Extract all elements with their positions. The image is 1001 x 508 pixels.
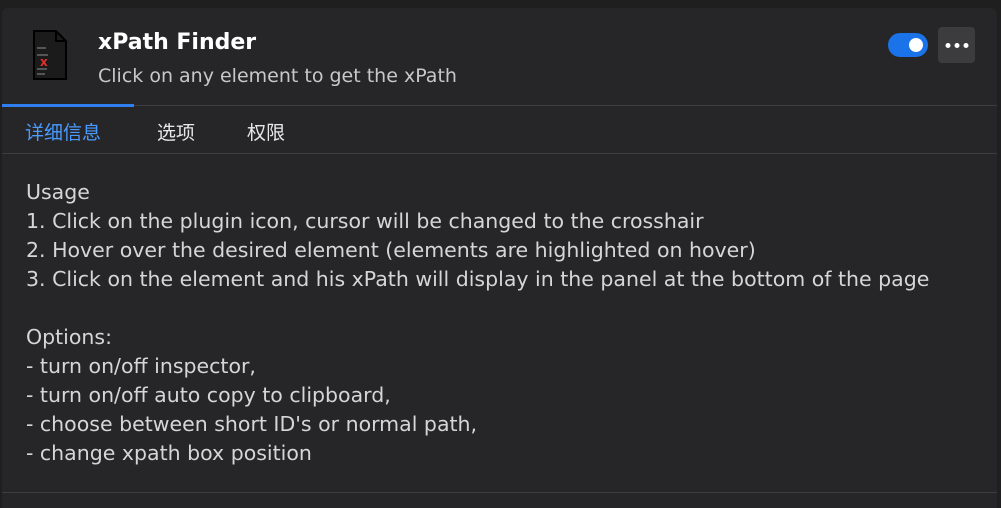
options-item: - turn on/off auto copy to clipboard, bbox=[26, 383, 391, 407]
options-heading: Options: bbox=[26, 325, 113, 349]
tab-bar: 详细信息 选项 权限 bbox=[2, 104, 997, 154]
usage-step: 3. Click on the element and his xPath wi… bbox=[26, 267, 930, 291]
more-options-button[interactable] bbox=[938, 27, 975, 63]
document-x-icon: x bbox=[28, 29, 72, 81]
usage-step: 2. Hover over the desired element (eleme… bbox=[26, 238, 756, 262]
tab-details[interactable]: 详细信息 bbox=[25, 118, 101, 145]
extension-title: xPath Finder bbox=[98, 30, 257, 55]
active-tab-indicator bbox=[2, 104, 134, 107]
extension-description: Usage 1. Click on the plugin icon, curso… bbox=[26, 178, 986, 468]
svg-text:x: x bbox=[40, 55, 48, 69]
extension-enable-toggle[interactable] bbox=[888, 33, 928, 57]
options-item: - choose between short ID's or normal pa… bbox=[26, 412, 478, 436]
more-horizontal-icon bbox=[945, 43, 969, 48]
toggle-knob bbox=[909, 38, 923, 52]
tab-options[interactable]: 选项 bbox=[157, 118, 195, 145]
options-item: - turn on/off inspector, bbox=[26, 354, 256, 378]
divider bbox=[2, 492, 997, 493]
options-item: - change xpath box position bbox=[26, 441, 312, 465]
extension-header: x xPath Finder Click on any element to g… bbox=[2, 8, 997, 105]
tab-permissions[interactable]: 权限 bbox=[247, 118, 285, 145]
usage-heading: Usage bbox=[26, 180, 90, 204]
usage-step: 1. Click on the plugin icon, cursor will… bbox=[26, 209, 704, 233]
extension-subtitle: Click on any element to get the xPath bbox=[98, 65, 457, 87]
extension-details-card: x xPath Finder Click on any element to g… bbox=[2, 8, 997, 508]
